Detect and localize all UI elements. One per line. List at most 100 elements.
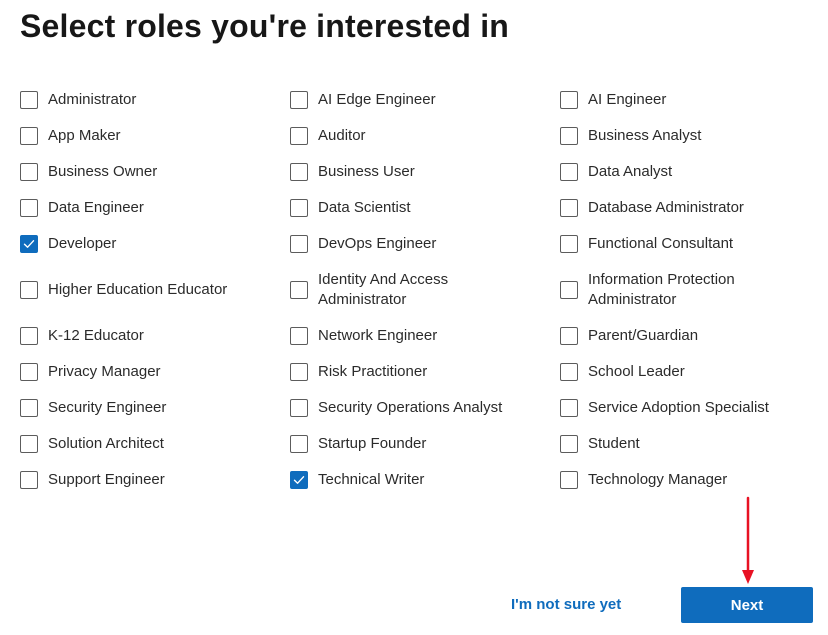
role-label: K-12 Educator [48, 327, 144, 344]
role-checkbox[interactable] [20, 199, 38, 217]
role-label: Higher Education Educator [48, 281, 228, 298]
role-option-privacy-manager[interactable]: Privacy Manager [20, 354, 290, 390]
role-checkbox[interactable] [560, 199, 578, 217]
role-option-security-engineer[interactable]: Security Engineer [20, 390, 290, 426]
role-label: Business Analyst [588, 127, 702, 144]
role-label: Technology Manager [588, 471, 728, 488]
next-button[interactable]: Next [681, 587, 813, 623]
role-label: Privacy Manager [48, 363, 161, 380]
role-option-service-adoption-specialist[interactable]: Service Adoption Specialist [560, 390, 820, 426]
role-label: School Leader [588, 363, 685, 380]
roles-grid: Administrator AI Edge Engineer AI Engineer… [20, 82, 820, 498]
role-option-app-maker[interactable]: App Maker [20, 118, 290, 154]
role-label: Information Protection Administrator [588, 271, 735, 308]
role-option-technology-manager[interactable]: Technology Manager [560, 462, 820, 498]
role-label: Security Operations Analyst [318, 399, 503, 416]
role-label: Administrator [48, 91, 137, 108]
role-option-business-user[interactable]: Business User [290, 154, 560, 190]
role-checkbox[interactable] [290, 281, 308, 299]
role-checkbox[interactable] [20, 435, 38, 453]
role-checkbox[interactable] [20, 327, 38, 345]
role-option-risk-practitioner[interactable]: Risk Practitioner [290, 354, 560, 390]
role-checkbox[interactable] [560, 91, 578, 109]
role-label: Database Administrator [588, 199, 744, 216]
role-checkbox[interactable] [560, 235, 578, 253]
role-checkbox[interactable] [290, 235, 308, 253]
role-checkbox[interactable] [290, 471, 308, 489]
role-option-identity-and-access-administrator[interactable]: Identity And Access Administrator [290, 262, 560, 318]
role-checkbox[interactable] [20, 163, 38, 181]
role-label: Network Engineer [318, 327, 438, 344]
role-option-solution-architect[interactable]: Solution Architect [20, 426, 290, 462]
role-label: Data Scientist [318, 199, 411, 216]
role-checkbox[interactable] [290, 127, 308, 145]
role-checkbox[interactable] [290, 435, 308, 453]
role-checkbox[interactable] [20, 399, 38, 417]
role-option-ai-edge-engineer[interactable]: AI Edge Engineer [290, 82, 560, 118]
role-option-parent-guardian[interactable]: Parent/Guardian [560, 318, 820, 354]
role-option-developer[interactable]: Developer [20, 226, 290, 262]
role-label: Identity And Access Administrator [318, 271, 449, 308]
role-label: App Maker [48, 127, 121, 144]
role-checkbox[interactable] [560, 399, 578, 417]
page-title: Select roles you're interested in [20, 8, 510, 44]
role-checkbox[interactable] [560, 363, 578, 381]
role-option-data-analyst[interactable]: Data Analyst [560, 154, 820, 190]
role-option-functional-consultant[interactable]: Functional Consultant [560, 226, 820, 262]
role-label: AI Engineer [588, 91, 667, 108]
role-checkbox[interactable] [290, 91, 308, 109]
role-checkbox[interactable] [290, 363, 308, 381]
role-option-business-analyst[interactable]: Business Analyst [560, 118, 820, 154]
role-option-support-engineer[interactable]: Support Engineer [20, 462, 290, 498]
role-checkbox[interactable] [290, 163, 308, 181]
role-label: Data Engineer [48, 199, 144, 216]
checkmark-icon [293, 476, 305, 484]
role-option-auditor[interactable]: Auditor [290, 118, 560, 154]
role-option-technical-writer[interactable]: Technical Writer [290, 462, 560, 498]
role-label: Startup Founder [318, 435, 427, 452]
role-checkbox[interactable] [290, 327, 308, 345]
role-label: Data Analyst [588, 163, 673, 180]
role-option-student[interactable]: Student [560, 426, 820, 462]
role-label: Functional Consultant [588, 235, 734, 252]
role-option-ai-engineer[interactable]: AI Engineer [560, 82, 820, 118]
role-label: Auditor [318, 127, 366, 144]
role-checkbox[interactable] [20, 127, 38, 145]
role-option-devops-engineer[interactable]: DevOps Engineer [290, 226, 560, 262]
role-option-information-protection-administrator[interactable]: Information Protection Administrator [560, 262, 820, 318]
role-checkbox[interactable] [20, 471, 38, 489]
role-option-data-scientist[interactable]: Data Scientist [290, 190, 560, 226]
role-option-data-engineer[interactable]: Data Engineer [20, 190, 290, 226]
role-label: Risk Practitioner [318, 363, 428, 380]
role-checkbox[interactable] [290, 199, 308, 217]
role-option-higher-education-educator[interactable]: Higher Education Educator [20, 262, 290, 318]
role-option-k-12-educator[interactable]: K-12 Educator [20, 318, 290, 354]
role-option-network-engineer[interactable]: Network Engineer [290, 318, 560, 354]
role-checkbox[interactable] [560, 163, 578, 181]
role-checkbox[interactable] [560, 127, 578, 145]
role-label: Technical Writer [318, 471, 425, 488]
role-option-school-leader[interactable]: School Leader [560, 354, 820, 390]
role-option-business-owner[interactable]: Business Owner [20, 154, 290, 190]
role-option-security-operations-analyst[interactable]: Security Operations Analyst [290, 390, 560, 426]
role-checkbox[interactable] [20, 235, 38, 253]
role-checkbox[interactable] [560, 471, 578, 489]
role-option-startup-founder[interactable]: Startup Founder [290, 426, 560, 462]
role-label: AI Edge Engineer [318, 91, 436, 108]
checkmark-icon [23, 240, 35, 248]
role-checkbox[interactable] [560, 435, 578, 453]
role-checkbox[interactable] [560, 281, 578, 299]
role-label: Business User [318, 163, 415, 180]
role-checkbox[interactable] [560, 327, 578, 345]
role-label: Service Adoption Specialist [588, 399, 769, 416]
role-checkbox[interactable] [20, 91, 38, 109]
not-sure-link[interactable]: I'm not sure yet [511, 596, 621, 613]
role-label: Security Engineer [48, 399, 167, 416]
role-option-database-administrator[interactable]: Database Administrator [560, 190, 820, 226]
role-checkbox[interactable] [290, 399, 308, 417]
role-label: Solution Architect [48, 435, 164, 452]
role-label: Business Owner [48, 163, 158, 180]
role-option-administrator[interactable]: Administrator [20, 82, 290, 118]
role-checkbox[interactable] [20, 281, 38, 299]
role-checkbox[interactable] [20, 363, 38, 381]
